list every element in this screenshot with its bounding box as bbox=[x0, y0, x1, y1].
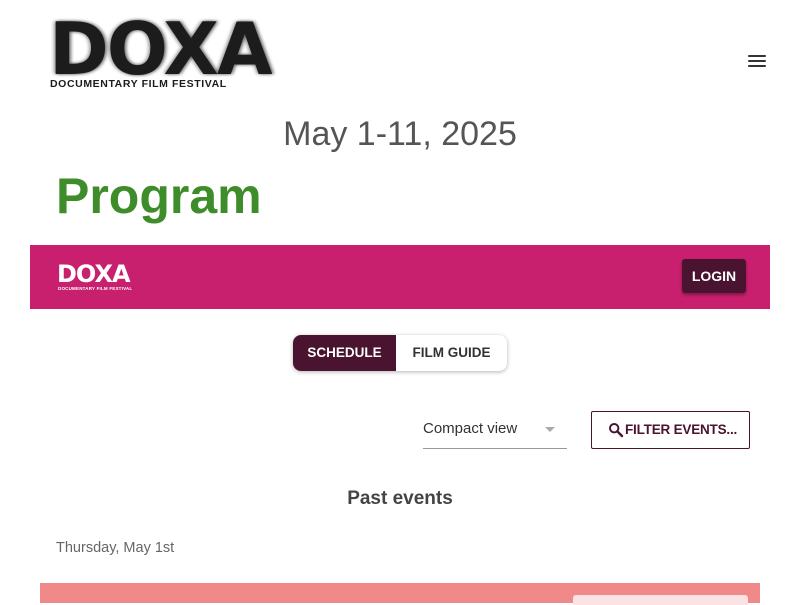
filter-events-label: FILTER EVENTS... bbox=[625, 422, 738, 437]
logo-subtitle: DOCUMENTARY FILM FESTIVAL bbox=[50, 78, 227, 90]
event-list-item[interactable] bbox=[40, 583, 760, 605]
chevron-down-icon bbox=[545, 427, 555, 432]
view-mode-value: Compact view bbox=[423, 420, 518, 437]
hamburger-menu-icon[interactable] bbox=[748, 55, 766, 67]
page-title: Program bbox=[56, 168, 262, 224]
event-chip bbox=[573, 595, 748, 605]
banner-logo[interactable]: DOXA DOCUMENTARY FILM FESTIVAL bbox=[57, 261, 137, 295]
day-heading: Thursday, May 1st bbox=[56, 540, 175, 556]
tab-schedule[interactable]: SCHEDULE bbox=[293, 335, 396, 371]
program-banner: DOXA DOCUMENTARY FILM FESTIVAL LOGIN bbox=[30, 245, 770, 309]
doxa-logo[interactable]: DOXA DOCUMENTARY FILM FESTIVAL bbox=[49, 10, 273, 92]
view-mode-select[interactable]: Compact view bbox=[423, 410, 567, 449]
banner-logo-subtitle: DOCUMENTARY FILM FESTIVAL bbox=[58, 286, 133, 291]
banner-logo-wordmark: DOXA bbox=[57, 260, 131, 288]
view-toggle: SCHEDULE FILM GUIDE bbox=[293, 335, 507, 371]
tab-film-guide[interactable]: FILM GUIDE bbox=[396, 335, 507, 371]
festival-dates: May 1-11, 2025 bbox=[283, 115, 517, 153]
filter-events-button[interactable]: FILTER EVENTS... bbox=[591, 411, 750, 449]
search-icon bbox=[609, 423, 624, 438]
logo-wordmark: DOXA bbox=[49, 7, 273, 91]
login-button[interactable]: LOGIN bbox=[682, 259, 746, 293]
past-events-heading: Past events bbox=[347, 488, 453, 509]
